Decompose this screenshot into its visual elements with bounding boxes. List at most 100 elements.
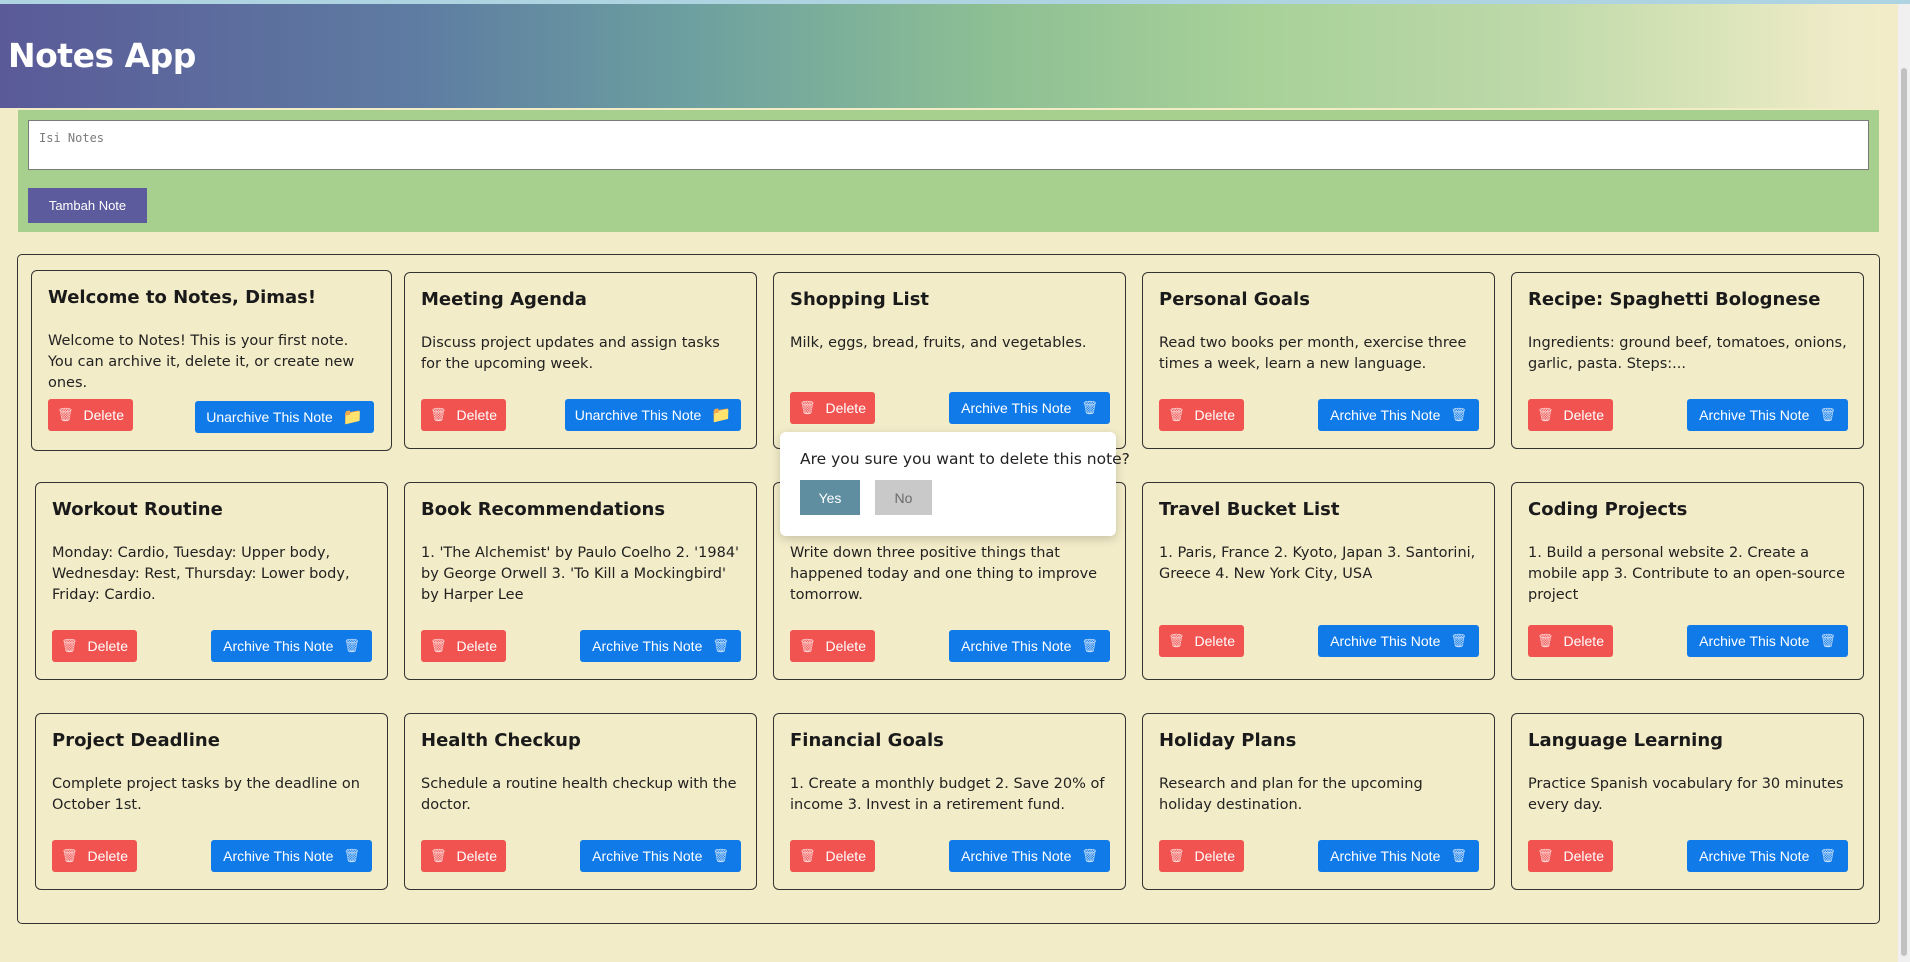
trash-icon: 🗑: [1819, 848, 1836, 863]
scrollbar-thumb[interactable]: [1901, 68, 1907, 956]
archive-note-button[interactable]: Archive This Note 🗑: [949, 840, 1110, 872]
archive-note-button[interactable]: Archive This Note 🗑: [1687, 625, 1848, 657]
delete-note-button[interactable]: 🗑 Delete: [790, 630, 875, 662]
confirm-no-button[interactable]: No: [875, 480, 932, 515]
note-body: Complete project tasks by the deadline o…: [52, 776, 360, 813]
delete-note-button[interactable]: 🗑 Delete: [52, 840, 137, 872]
archive-note-button[interactable]: Archive This Note 🗑: [1687, 399, 1848, 431]
note-title: Health Checkup: [421, 730, 581, 751]
note-body: Monday: Cardio, Tuesday: Upper body, Wed…: [52, 545, 350, 603]
trash-icon: 🗑: [1537, 633, 1554, 648]
note-body: Read two books per month, exercise three…: [1159, 335, 1467, 372]
archive-note-button[interactable]: Archive This Note 🗑: [580, 840, 741, 872]
trash-icon: 🗑: [712, 638, 729, 653]
delete-note-button[interactable]: 🗑 Delete: [52, 630, 137, 662]
app-header: Notes App: [0, 4, 1898, 108]
archive-note-button[interactable]: Archive This Note 🗑: [1318, 625, 1479, 657]
delete-note-button[interactable]: 🗑 Delete: [1528, 625, 1613, 657]
note-card: Meeting Agenda Discuss project updates a…: [404, 272, 757, 449]
archive-note-button[interactable]: Archive This Note 🗑: [1318, 399, 1479, 431]
trash-icon: 🗑: [799, 638, 816, 653]
confirm-message: Are you sure you want to delete this not…: [800, 450, 1130, 468]
note-card: Book Recommendations 1. 'The Alchemist' …: [404, 482, 757, 680]
note-title: Financial Goals: [790, 730, 944, 751]
note-card: Welcome to Notes, Dimas! Welcome to Note…: [31, 270, 392, 451]
note-body: Write down three positive things that ha…: [790, 545, 1098, 603]
note-body: Welcome to Notes! This is your first not…: [48, 333, 355, 391]
trash-icon: 🗑: [1450, 407, 1467, 422]
note-card: Holiday Plans Research and plan for the …: [1142, 713, 1495, 890]
note-title: Workout Routine: [52, 499, 223, 520]
note-body: Discuss project updates and assign tasks…: [421, 335, 720, 372]
note-title: Holiday Plans: [1159, 730, 1297, 751]
archive-note-button[interactable]: Archive This Note 🗑: [949, 392, 1110, 424]
notes-list: Welcome to Notes, Dimas! Welcome to Note…: [17, 254, 1880, 924]
note-title: Travel Bucket List: [1159, 499, 1340, 520]
note-body: Ingredients: ground beef, tomatoes, onio…: [1528, 335, 1847, 372]
archive-note-button[interactable]: Archive This Note 🗑: [211, 840, 372, 872]
trash-icon: 🗑: [799, 848, 816, 863]
note-title: Personal Goals: [1159, 289, 1310, 310]
app-title: Notes App: [8, 36, 196, 75]
delete-note-button[interactable]: 🗑 Delete: [790, 392, 875, 424]
delete-note-button[interactable]: 🗑 Delete: [1159, 399, 1244, 431]
note-body: 1. Create a monthly budget 2. Save 20% o…: [790, 776, 1105, 813]
note-card: Travel Bucket List 1. Paris, France 2. K…: [1142, 482, 1495, 680]
trash-icon: 🗑: [1819, 633, 1836, 648]
note-title: Welcome to Notes, Dimas!: [48, 287, 317, 308]
note-title: Shopping List: [790, 289, 930, 310]
trash-icon: 🗑: [799, 400, 816, 415]
trash-icon: 🗑: [61, 638, 78, 653]
unarchive-note-button[interactable]: Unarchive This Note 📁: [195, 401, 374, 433]
note-card: Recipe: Spaghetti Bolognese Ingredients:…: [1511, 272, 1864, 449]
add-note-form: Tambah Note: [18, 110, 1879, 232]
archive-note-button[interactable]: Archive This Note 🗑: [211, 630, 372, 662]
delete-confirm-dialog: Are you sure you want to delete this not…: [780, 432, 1130, 536]
note-body: 1. Paris, France 2. Kyoto, Japan 3. Sant…: [1159, 545, 1476, 582]
page-scrollbar[interactable]: [1898, 4, 1910, 962]
add-note-button[interactable]: Tambah Note: [28, 188, 147, 223]
note-title: Project Deadline: [52, 730, 220, 751]
trash-icon: 🗑: [712, 848, 729, 863]
note-card: Workout Routine Monday: Cardio, Tuesday:…: [35, 482, 388, 680]
trash-icon: 🗑: [61, 848, 78, 863]
note-body: Schedule a routine health checkup with t…: [421, 776, 737, 813]
note-title: Recipe: Spaghetti Bolognese: [1528, 289, 1821, 310]
delete-note-button[interactable]: 🗑 Delete: [421, 630, 506, 662]
note-title: Book Recommendations: [421, 499, 666, 520]
note-title: Coding Projects: [1528, 499, 1688, 520]
trash-icon: 🗑: [1168, 848, 1185, 863]
delete-note-button[interactable]: 🗑 Delete: [790, 840, 875, 872]
delete-note-button[interactable]: 🗑 Delete: [1159, 840, 1244, 872]
note-card: Financial Goals 1. Create a monthly budg…: [773, 713, 1126, 890]
unarchive-note-button[interactable]: Unarchive This Note 📁: [565, 399, 741, 431]
delete-note-button[interactable]: 🗑 Delete: [421, 399, 506, 431]
note-card: Language Learning Practice Spanish vocab…: [1511, 713, 1864, 890]
delete-note-button[interactable]: 🗑 Delete: [421, 840, 506, 872]
folder-icon: 📁: [342, 409, 363, 426]
trash-icon: 🗑: [1537, 407, 1554, 422]
note-card: Health Checkup Schedule a routine health…: [404, 713, 757, 890]
archive-note-button[interactable]: Archive This Note 🗑: [949, 630, 1110, 662]
trash-icon: 🗑: [430, 638, 447, 653]
trash-icon: 🗑: [343, 848, 360, 863]
trash-icon: 🗑: [1081, 848, 1098, 863]
note-content-input[interactable]: [28, 120, 1869, 170]
note-title: Meeting Agenda: [421, 289, 587, 310]
note-card: Coding Projects 1. Build a personal webs…: [1511, 482, 1864, 680]
note-body: 1. 'The Alchemist' by Paulo Coelho 2. '1…: [421, 545, 740, 603]
trash-icon: 🗑: [1168, 407, 1185, 422]
delete-note-button[interactable]: 🗑 Delete: [48, 399, 133, 431]
archive-note-button[interactable]: Archive This Note 🗑: [1318, 840, 1479, 872]
delete-note-button[interactable]: 🗑 Delete: [1159, 625, 1244, 657]
trash-icon: 🗑: [1168, 633, 1185, 648]
trash-icon: 🗑: [1081, 638, 1098, 653]
delete-note-button[interactable]: 🗑 Delete: [1528, 399, 1613, 431]
archive-note-button[interactable]: Archive This Note 🗑: [580, 630, 741, 662]
confirm-yes-button[interactable]: Yes: [800, 480, 860, 515]
archive-note-button[interactable]: Archive This Note 🗑: [1687, 840, 1848, 872]
trash-icon: 🗑: [343, 638, 360, 653]
note-card: Personal Goals Read two books per month,…: [1142, 272, 1495, 449]
delete-note-button[interactable]: 🗑 Delete: [1528, 840, 1613, 872]
trash-icon: 🗑: [1450, 633, 1467, 648]
